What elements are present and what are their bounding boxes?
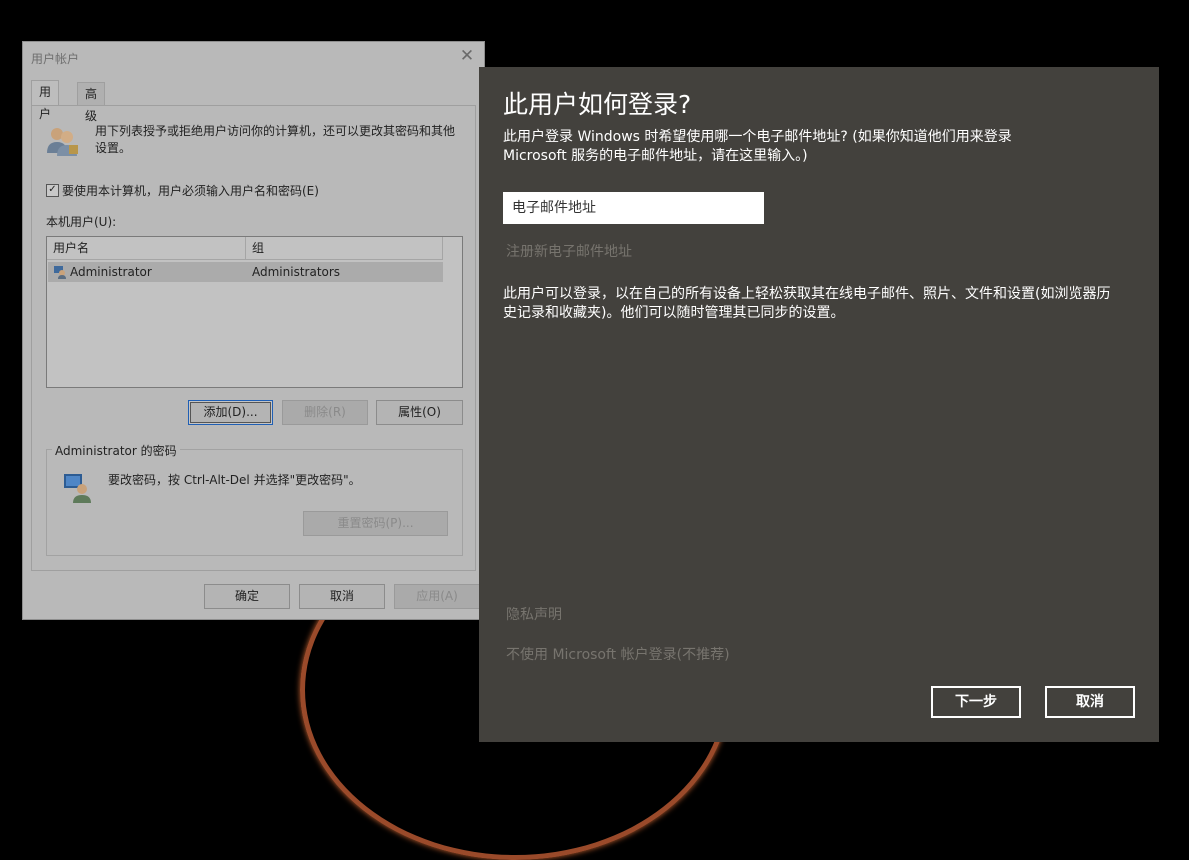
require-login-checkbox[interactable]: ✓ <box>46 184 59 197</box>
email-description: 此用户登录 Windows 时希望使用哪一个电子邮件地址? (如果你知道他们用来… <box>503 129 1012 164</box>
privacy-link[interactable]: 隐私声明 <box>506 604 562 624</box>
table-row[interactable]: Administrator Administrators <box>48 262 443 282</box>
next-button[interactable]: 下一步 <box>931 686 1021 718</box>
user-icon <box>54 266 66 279</box>
column-header-group[interactable]: 组 <box>246 237 443 259</box>
password-group-title: Administrator 的密码 <box>52 442 180 459</box>
add-user-button[interactable]: 添加(D)... <box>188 400 273 425</box>
local-users-label: 本机用户(U): <box>46 215 117 229</box>
properties-button[interactable]: 属性(O) <box>376 400 463 425</box>
no-microsoft-account-link[interactable]: 不使用 Microsoft 帐户登录(不推荐) <box>506 644 730 664</box>
column-header-username[interactable]: 用户名 <box>47 237 246 259</box>
apply-button[interactable]: 应用(A) <box>394 584 480 609</box>
row-username: Administrator <box>70 265 152 279</box>
users-icon <box>47 128 78 156</box>
password-groupbox <box>46 449 463 556</box>
signup-email-link[interactable]: 注册新电子邮件地址 <box>506 241 632 261</box>
modern-cancel-button[interactable]: 取消 <box>1045 686 1135 718</box>
row-group: Administrators <box>252 265 341 279</box>
require-login-label[interactable]: 要使用本计算机，用户必须输入用户名和密码(E) <box>62 182 319 199</box>
list-header: 用户名 组 <box>47 237 443 260</box>
users-listview[interactable]: 用户名 组 Administrator Administrators <box>46 236 463 388</box>
password-hint-text: 要改密码，按 Ctrl-Alt-Del 并选择"更改密码"。 <box>108 473 361 487</box>
require-login-row: ✓ 要使用本计算机，用户必须输入用户名和密码(E) <box>46 182 319 199</box>
benefits-text: 此用户可以登录，以在自己的所有设备上轻松获取其在线电子邮件、照片、文件和设置(如… <box>503 286 1111 321</box>
page-title: 此用户如何登录? <box>503 90 692 119</box>
microsoft-account-dialog: 此用户如何登录? 此用户登录 Windows 时希望使用哪一个电子邮件地址? (… <box>479 67 1159 742</box>
tab-advanced[interactable]: 高级 <box>77 82 106 123</box>
intro-text: 用下列表授予或拒绝用户访问你的计算机，还可以更改其密码和其他设置。 <box>95 124 456 155</box>
dialog-title: 用户帐户 <box>31 52 80 66</box>
tab-users[interactable]: 用户 <box>31 80 60 121</box>
password-user-icon <box>64 474 91 503</box>
ok-button[interactable]: 确定 <box>204 584 290 609</box>
reset-password-button[interactable]: 重置密码(P)... <box>303 511 448 536</box>
remove-user-button[interactable]: 删除(R) <box>282 400 368 425</box>
email-field[interactable] <box>503 192 764 224</box>
cancel-button[interactable]: 取消 <box>299 584 385 609</box>
close-icon[interactable]: ✕ <box>456 45 478 67</box>
user-accounts-dialog: 用户帐户 ✕ 用户 高级 用下列表授予或拒绝用户访问你的计算机，还可以更改其密码… <box>22 41 485 620</box>
